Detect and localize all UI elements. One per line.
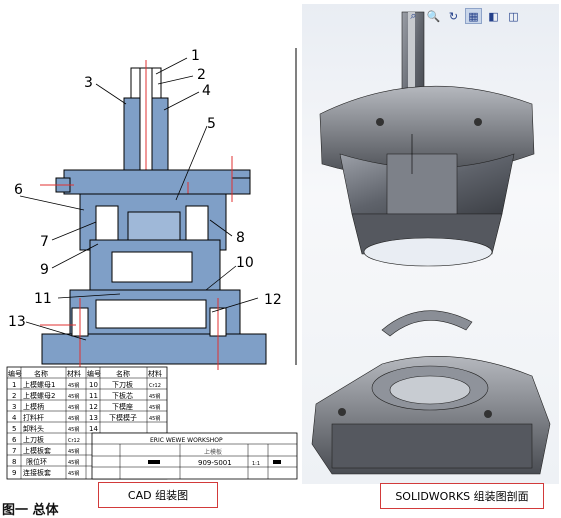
table-cell: 下刀板 [112,380,133,389]
table-cell: 45钢 [149,415,160,422]
solidworks-section-model [311,11,551,475]
table-header: 编号 [87,369,101,378]
table-cell: 6 [12,436,17,444]
callout-label: 10 [236,255,254,271]
table-cell: 45钢 [68,415,79,422]
callout-label: 1 [191,48,200,64]
workshop-name: ERIC WEWE WORKSHOP [150,437,223,444]
table-cell: Cr12 [68,438,80,444]
table-cell: 45钢 [68,393,79,400]
callout-label: 5 [207,116,216,132]
table-cell: 45钢 [68,382,79,389]
view-toolbar: ⌕ 🔍 ↻ ▦ ◧ ◫ [405,7,522,25]
cad-assembly-drawing: 1 2 3 4 5 6 7 8 9 10 11 12 13 编号 名称 材料 编… [6,48,298,480]
display-style-icon[interactable]: ◧ [485,8,502,24]
callout-label: 12 [264,292,282,308]
callout-label: 7 [40,234,49,250]
table-cell: 限位环 [26,457,47,466]
table-cell: 下模座 [112,402,133,411]
figure-caption: 图一 总体 [2,503,59,518]
table-cell: 卸料头 [23,424,44,433]
table-cell: 7 [12,447,16,455]
table-header: 编号 [8,369,22,378]
callout-label: 11 [34,291,52,307]
callout-label: 2 [197,67,206,83]
table-cell: 上模柄 [23,402,44,411]
table-cell: 上模板套 [23,446,51,455]
table-header: 材料 [148,369,162,378]
lower-die-model [311,356,551,475]
table-cell: 45钢 [68,459,79,466]
table-header: 名称 [34,369,48,378]
table-cell: 9 [12,469,16,477]
table-cell: 上刀板 [23,435,44,444]
solidworks-viewport[interactable] [302,4,559,484]
drawing-number: 909-S001 [198,459,232,467]
section-view-icon[interactable]: ▦ [465,8,482,24]
table-cell: 上模螺母1 [23,380,55,389]
zoom-area-icon[interactable]: 🔍 [425,8,442,24]
table-cell: 45钢 [68,404,79,411]
table-cell: 12 [89,403,98,411]
rotate-icon[interactable]: ↻ [445,8,462,24]
callout-label: 3 [84,75,93,91]
table-cell: 5 [12,425,16,433]
table-cell: 45钢 [68,470,79,477]
table-cell: 下模模子 [109,413,137,422]
table-cell: 45钢 [68,448,79,455]
callout-label: 13 [8,314,26,330]
table-cell: 45钢 [149,404,160,411]
die-body [79,193,227,291]
table-cell: 上模螺母2 [23,391,55,400]
table-cell: 2 [12,392,16,400]
upper-die-model [319,11,535,267]
table-cell: 11 [89,392,98,400]
part-name: 上模板 [204,448,222,456]
lower-die [40,289,267,370]
table-header: 名称 [116,369,130,378]
table-cell: Cr12 [149,383,161,389]
table-cell: 45钢 [68,426,79,433]
table-cell: 10 [89,381,98,389]
drawing-scale: 1:1 [252,461,260,467]
callout-label: 8 [236,230,245,246]
cad-caption: CAD 组装图 [98,482,218,508]
table-cell: 打料杆 [23,413,44,422]
table-cell: 连接板套 [23,468,51,477]
title-block: ERIC WEWE WORKSHOP 上模板 909-S001 1:1 [91,432,298,480]
callout-label: 9 [40,262,49,278]
table-cell: 下板芯 [112,391,133,400]
table-cell: 1 [12,381,16,389]
table-header: 材料 [67,369,81,378]
hide-show-icon[interactable]: ◫ [505,8,522,24]
table-cell: 13 [89,414,98,422]
zoom-fit-icon[interactable]: ⌕ [405,8,422,24]
table-cell: 8 [12,458,16,466]
table-cell: 14 [89,425,98,433]
blank-part-model [381,310,473,337]
table-cell: 4 [12,414,17,422]
table-cell: 3 [12,403,16,411]
callout-label: 4 [202,83,211,99]
table-cell: 45钢 [149,393,160,400]
callout-label: 6 [14,182,23,198]
solidworks-caption: SOLIDWORKS 组装图剖面 [380,483,544,509]
